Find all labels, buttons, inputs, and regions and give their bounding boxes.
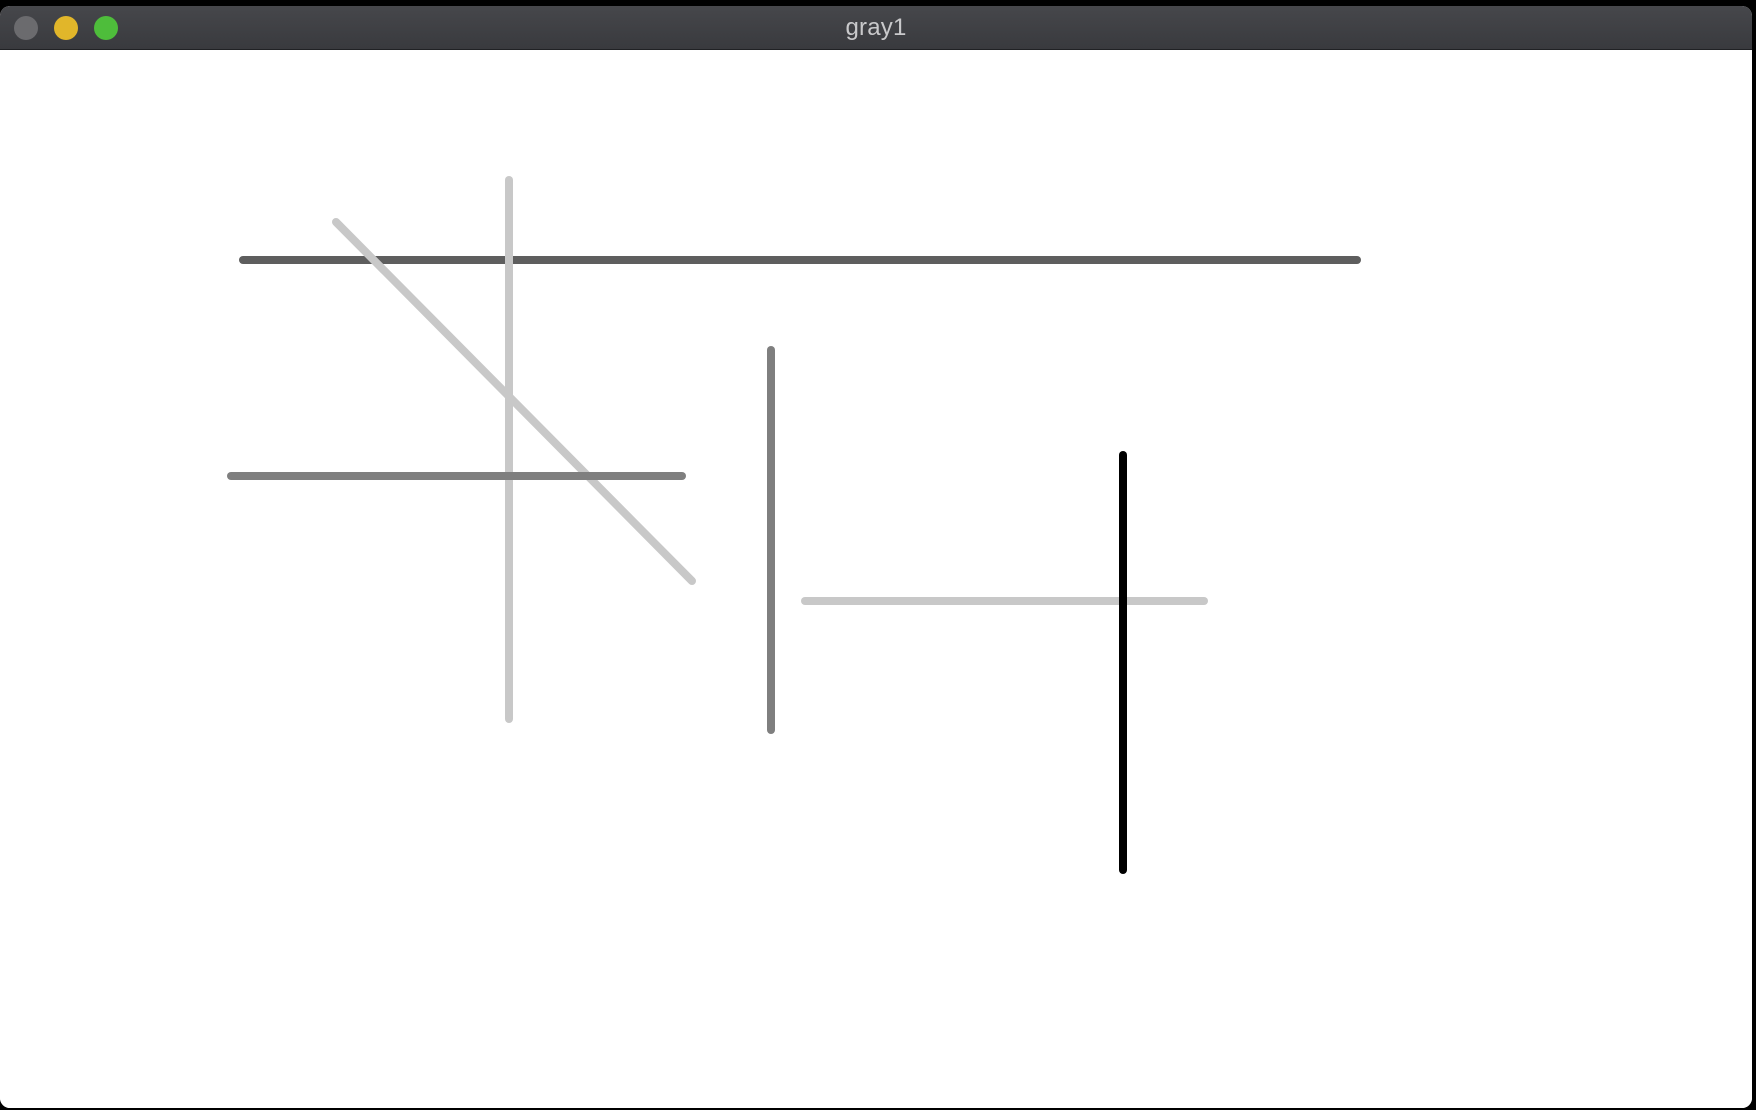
app-window: gray1 — [0, 6, 1752, 1108]
drawing-canvas — [0, 50, 1752, 1108]
light-gray-diagonal-line — [332, 218, 696, 585]
title-bar[interactable]: gray1 — [0, 6, 1752, 50]
lines-drawing — [227, 176, 1361, 874]
window-title: gray1 — [845, 14, 907, 41]
